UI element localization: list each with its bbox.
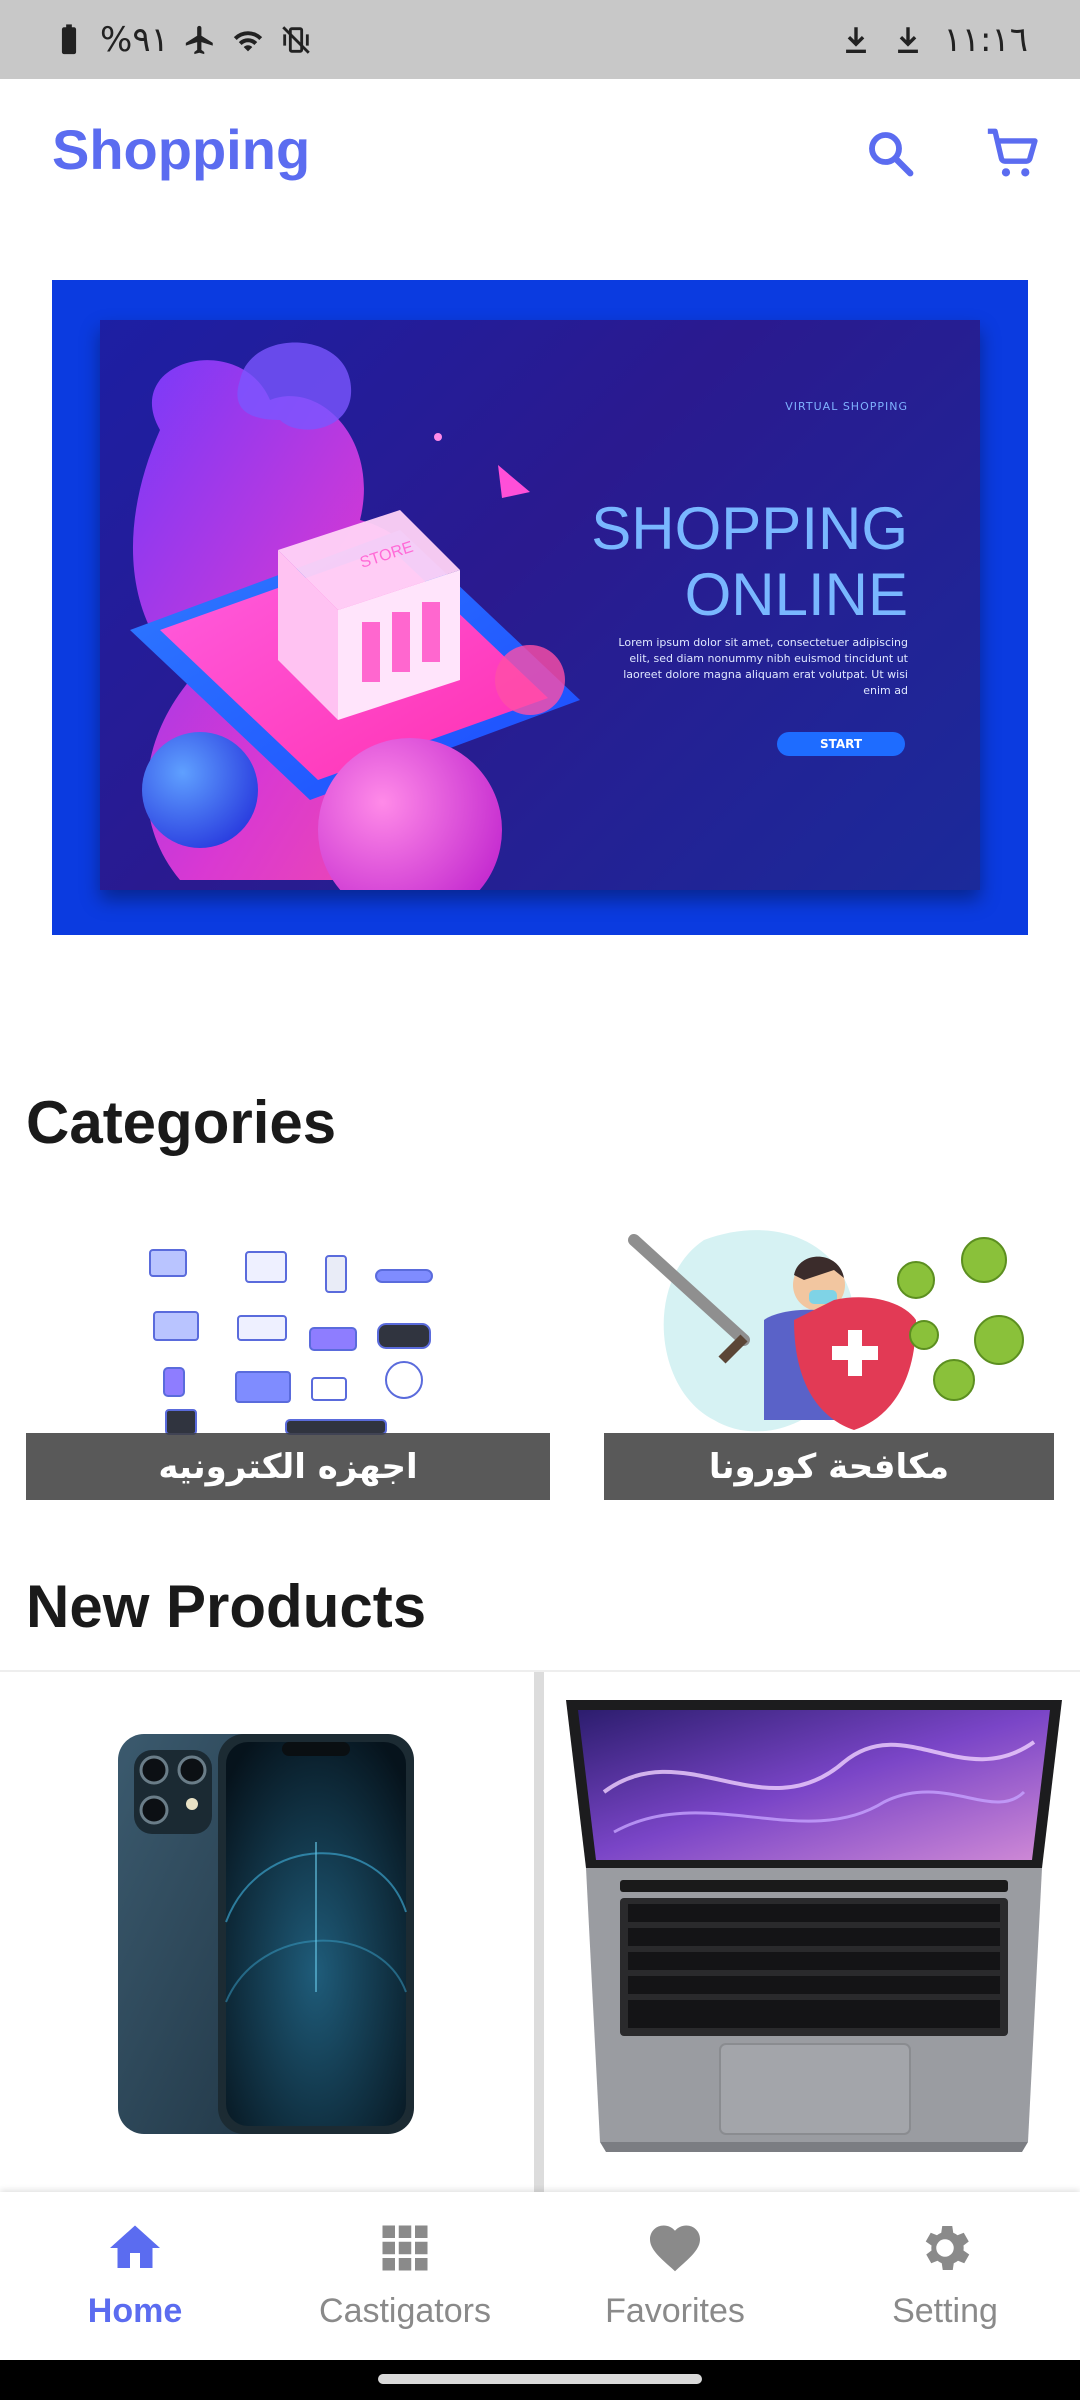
status-bar: %٩١ ١١:١٦ bbox=[0, 0, 1080, 79]
new-products-title: New Products bbox=[26, 1573, 427, 1640]
banner-headline-line2: ONLINE bbox=[684, 561, 908, 628]
home-gesture-handle[interactable] bbox=[378, 2374, 702, 2384]
product-card-phone[interactable] bbox=[0, 1672, 534, 2194]
nav-label-categories: Castigators bbox=[319, 2292, 491, 2330]
heart-icon bbox=[650, 2225, 700, 2272]
download-icon bbox=[846, 27, 867, 54]
status-right: ١١:١٦ bbox=[839, 18, 1028, 62]
new-products-list bbox=[0, 1670, 1080, 2194]
banner-artwork: STORE VIRTUAL SHOPPING SHOPPING ONLINE L… bbox=[100, 320, 980, 890]
nav-label-setting: Setting bbox=[892, 2292, 998, 2330]
product-card-laptop[interactable] bbox=[544, 1672, 1080, 2194]
bottom-navigation: Home Castigators Favorites Setting bbox=[0, 2192, 1080, 2360]
cart-icon bbox=[987, 128, 1038, 177]
airplane-mode-icon bbox=[185, 25, 213, 55]
vibrate-mute-icon bbox=[282, 26, 310, 54]
banner-start-button[interactable]: START bbox=[777, 732, 905, 756]
nav-item-favorites[interactable]: Favorites bbox=[540, 2192, 810, 2360]
category-card-electronics[interactable]: اجهزه الكترونيه bbox=[26, 1220, 550, 1500]
smartphone-image bbox=[118, 1734, 414, 2134]
system-gesture-bar bbox=[0, 2360, 1080, 2400]
battery-icon bbox=[61, 24, 77, 55]
category-card-anti-corona[interactable]: مكافحة كورونا bbox=[604, 1220, 1054, 1500]
banner-headline-line1: SHOPPING bbox=[591, 495, 908, 562]
app-bar: Shopping bbox=[0, 79, 1080, 229]
gear-icon bbox=[925, 2226, 970, 2270]
cart-button[interactable] bbox=[980, 121, 1044, 185]
banner-headline: SHOPPING ONLINE bbox=[591, 496, 908, 628]
grid-icon bbox=[382, 2225, 428, 2271]
status-left: %٩١ bbox=[52, 18, 313, 62]
battery-percentage: %٩١ bbox=[100, 20, 169, 60]
home-icon bbox=[110, 2225, 160, 2268]
download-icon-2 bbox=[898, 27, 919, 54]
promo-banner[interactable]: STORE VIRTUAL SHOPPING SHOPPING ONLINE L… bbox=[52, 280, 1028, 935]
banner-small-label: VIRTUAL SHOPPING bbox=[785, 400, 908, 413]
search-icon bbox=[869, 132, 914, 177]
nav-item-home[interactable]: Home bbox=[0, 2192, 270, 2360]
nav-item-setting[interactable]: Setting bbox=[810, 2192, 1080, 2360]
nav-label-home: Home bbox=[87, 2292, 183, 2330]
clock: ١١:١٦ bbox=[943, 20, 1028, 60]
nav-item-categories[interactable]: Castigators bbox=[270, 2192, 540, 2360]
banner-body-text: Lorem ipsum dolor sit amet, consectetuer… bbox=[618, 636, 908, 697]
app-title: Shopping bbox=[52, 118, 311, 181]
categories-title: Categories bbox=[26, 1089, 337, 1156]
category-label: اجهزه الكترونيه bbox=[26, 1433, 550, 1500]
wifi-icon bbox=[233, 31, 263, 52]
search-button[interactable] bbox=[858, 121, 922, 185]
nav-label-favorites: Favorites bbox=[605, 2292, 745, 2330]
laptop-image bbox=[566, 1700, 1062, 2152]
products-divider bbox=[534, 1672, 544, 2194]
category-label: مكافحة كورونا bbox=[604, 1433, 1054, 1500]
